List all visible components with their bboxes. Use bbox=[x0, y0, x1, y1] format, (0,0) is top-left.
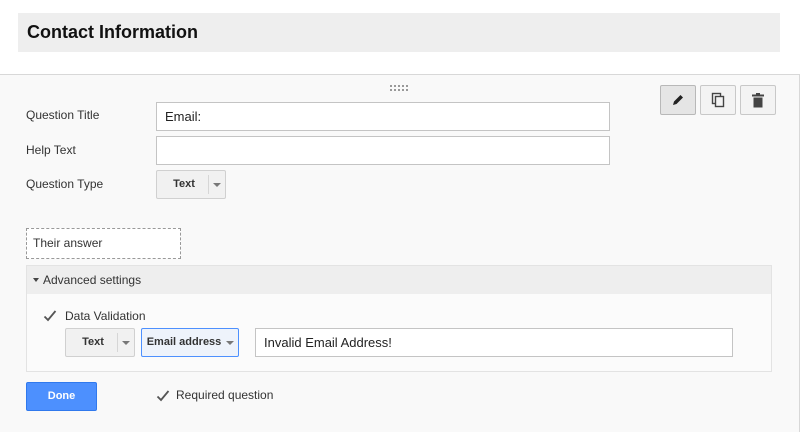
caret-down-icon bbox=[33, 278, 39, 282]
question-type-value: Text bbox=[173, 178, 195, 190]
error-message-input[interactable]: Invalid Email Address! bbox=[255, 328, 733, 357]
validation-rule-dropdown[interactable]: Email address bbox=[141, 328, 239, 357]
question-editor: Question Title Email: Help Text Question… bbox=[0, 74, 800, 432]
validation-rule-value: Email address bbox=[146, 336, 222, 348]
chevron-down-icon bbox=[226, 341, 234, 345]
question-title-input[interactable]: Email: bbox=[156, 102, 610, 131]
question-title-label: Question Title bbox=[26, 108, 100, 122]
question-type-dropdown[interactable]: Text bbox=[156, 170, 226, 199]
help-text-input[interactable] bbox=[156, 136, 610, 165]
duplicate-button[interactable] bbox=[700, 85, 736, 115]
pencil-icon bbox=[673, 95, 683, 105]
required-question-label: Required question bbox=[176, 388, 274, 402]
validation-type-value: Text bbox=[82, 336, 104, 348]
advanced-settings-label: Advanced settings bbox=[43, 273, 142, 287]
duplicate-icon bbox=[711, 92, 725, 108]
required-question-checkbox[interactable] bbox=[156, 389, 170, 403]
advanced-settings-toggle[interactable]: Advanced settings bbox=[27, 266, 771, 294]
done-button[interactable]: Done bbox=[26, 382, 97, 411]
chevron-down-icon bbox=[122, 341, 130, 345]
data-validation-label: Data Validation bbox=[65, 309, 146, 323]
edit-button[interactable] bbox=[660, 85, 696, 115]
validation-type-dropdown[interactable]: Text bbox=[65, 328, 135, 357]
section-title: Contact Information bbox=[27, 22, 198, 42]
drag-handle[interactable] bbox=[390, 85, 410, 93]
help-text-label: Help Text bbox=[26, 143, 76, 157]
delete-button[interactable] bbox=[740, 85, 776, 115]
advanced-settings-panel: Advanced settings Data Validation Text E… bbox=[26, 265, 772, 372]
data-validation-checkbox[interactable] bbox=[43, 309, 57, 323]
trash-icon bbox=[752, 92, 764, 107]
answer-preview: Their answer bbox=[26, 228, 181, 259]
question-type-label: Question Type bbox=[26, 177, 104, 191]
chevron-down-icon bbox=[213, 183, 221, 187]
section-header: Contact Information bbox=[18, 13, 780, 52]
